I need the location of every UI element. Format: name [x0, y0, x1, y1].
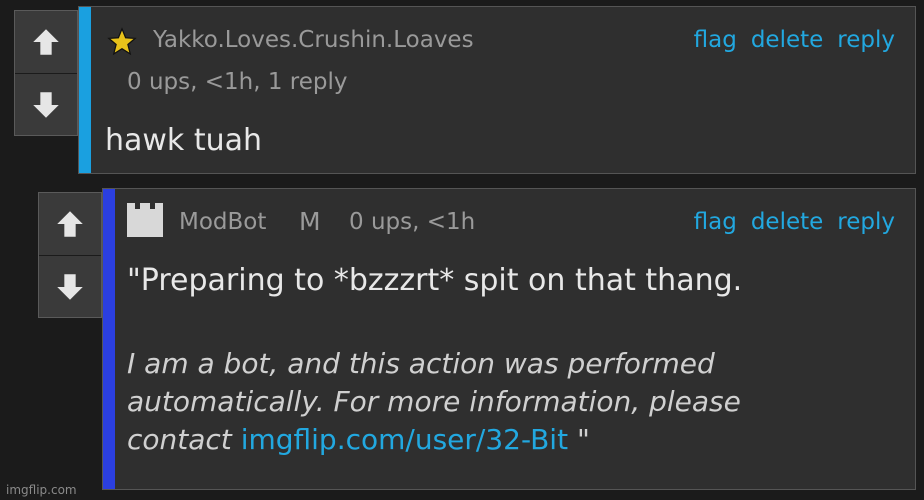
upvote-button[interactable] — [15, 11, 77, 73]
bot-disclaimer-line: automatically. For more information, ple… — [127, 385, 741, 418]
star-icon — [107, 27, 137, 56]
reply-link[interactable]: reply — [837, 27, 895, 53]
arrow-up-icon — [57, 211, 83, 237]
comment-actions: flag delete reply — [694, 209, 895, 235]
bot-disclaimer: I am a bot, and this action was performe… — [127, 345, 741, 459]
contact-prefix: contact — [127, 423, 241, 456]
watermark: imgflip.com — [6, 483, 77, 497]
comment-accent-bar — [103, 189, 115, 489]
arrow-down-icon — [57, 273, 83, 300]
bot-info-link[interactable]: imgflip.com/user/32-Bit — [241, 423, 568, 456]
arrow-down-icon — [33, 91, 59, 118]
comment-text: "Preparing to *bzzzrt* spit on that than… — [127, 263, 743, 298]
delete-link[interactable]: delete — [751, 27, 823, 53]
quote-suffix: " — [568, 423, 590, 456]
upvote-button[interactable] — [39, 193, 101, 255]
comment-actions: flag delete reply — [694, 27, 895, 53]
flag-link[interactable]: flag — [694, 209, 737, 235]
flag-link[interactable]: flag — [694, 27, 737, 53]
downvote-button[interactable] — [15, 73, 77, 135]
comment-text: hawk tuah — [105, 123, 263, 158]
comment-meta: 0 ups, <1h — [349, 209, 476, 235]
vote-column-comment1 — [14, 10, 78, 136]
comment-accent-bar — [79, 7, 91, 173]
arrow-up-icon — [33, 29, 59, 55]
mod-badge: M — [299, 207, 321, 236]
comment-username[interactable]: ModBot — [179, 209, 266, 235]
comment-1: Yakko.Loves.Crushin.Loaves flag delete r… — [78, 6, 916, 174]
downvote-button[interactable] — [39, 255, 101, 317]
comment-meta: 0 ups, <1h, 1 reply — [127, 69, 348, 95]
castle-icon — [127, 203, 163, 237]
comment-username[interactable]: Yakko.Loves.Crushin.Loaves — [153, 27, 474, 53]
delete-link[interactable]: delete — [751, 209, 823, 235]
reply-link[interactable]: reply — [837, 209, 895, 235]
bot-disclaimer-line: contact imgflip.com/user/32-Bit " — [127, 421, 741, 459]
vote-column-comment2 — [38, 192, 102, 318]
comment-2: ModBot M 0 ups, <1h flag delete reply "P… — [102, 188, 916, 490]
bot-disclaimer-line: I am a bot, and this action was performe… — [127, 347, 715, 380]
